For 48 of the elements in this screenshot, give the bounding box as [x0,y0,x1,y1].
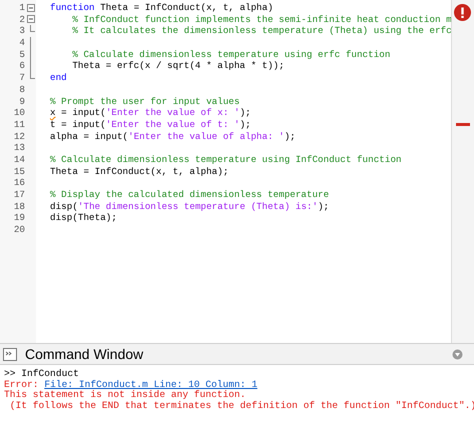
command-window-icon [3,348,17,360]
code-line: disp('The dimensionless temperature (Theta) is:'); [50,200,329,212]
error-message: This statement is not inside any function. [4,389,246,400]
fold-end-icon [30,25,35,32]
line-number: 20 [12,224,25,236]
panel-menu-icon[interactable] [452,348,463,360]
line-number: 7 [18,72,25,84]
line-number: 14 [12,154,25,166]
line-number: 10 [12,107,25,119]
line-number: 11 [12,118,25,131]
line-number: 5 [18,48,25,60]
command-text: >> InfConduct [4,368,79,379]
code-line: Theta = erfc(x / sqrt(4 * alpha * t)); [71,60,284,72]
code-line: function Theta = InfConduct(x, t, alpha) [50,2,274,13]
line-number: 19 [12,212,25,224]
error-icon[interactable] [454,4,471,21]
fold-icon[interactable] [27,15,35,24]
panel-title: Command Window [25,344,144,364]
code-line: % It calculates the dimensionless temperature (Theta) using the erfc [71,25,451,36]
code-line: alpha = input('Enter the value of alpha: '); [50,130,296,142]
line-number: 15 [12,166,25,178]
code-line: end [50,72,67,84]
line-number: 12 [12,130,25,142]
code-line: % Calculate dimensionless temperature using erfc function [71,48,390,60]
code-line: Theta = InfConduct(x, t, alpha); [50,166,229,177]
line-number: 13 [12,142,25,154]
code-line: disp(Theta); [50,212,117,224]
code-line: x = input('Enter the value of x: '); [50,107,251,118]
line-number: 18 [12,200,25,212]
error-message: Error: [4,378,40,390]
file-link[interactable]: File: InfConduct.m Line: 10 Column: 1 [44,378,258,390]
code-line: % Calculate dimensionless temperature using InfConduct function [50,154,402,165]
code-line: % Prompt the user for input values [50,96,240,106]
line-number: 6 [18,60,25,72]
line-number: 16 [12,177,25,190]
line-number: 8 [18,84,25,96]
line-number: 3 [18,25,25,38]
line-number: 2 [18,14,25,26]
fold-icon[interactable] [27,4,35,12]
code-line: t = input('Enter the value of t: '); [50,118,251,130]
line-number: 9 [18,96,25,108]
fold-end-icon [30,72,35,80]
line-number: 4 [18,37,25,49]
code-line: % Display the calculated dimensionless temperature [50,189,329,200]
error-marker[interactable] [456,123,470,126]
line-number: 17 [12,189,25,201]
code-line: % InfConduct function implements the semi-infinite heat conduction m [71,14,451,25]
line-number: 1 [18,2,25,14]
